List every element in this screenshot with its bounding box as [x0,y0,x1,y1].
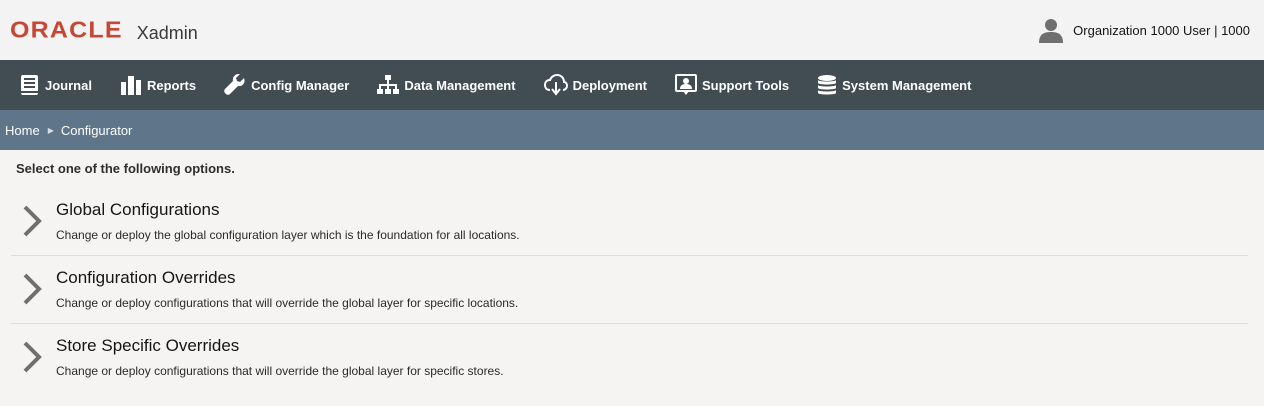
chevron-right-icon [23,273,42,305]
main-nav: Journal Reports Config Manager Data Mana… [0,60,1264,110]
user-menu[interactable]: Organization 1000 User | 1000 [1038,17,1250,43]
app-name: Xadmin [136,22,198,43]
user-label: Organization 1000 User | 1000 [1073,22,1250,38]
option-global-configurations[interactable]: Global Configurations Change or deploy t… [11,188,1248,256]
option-title: Global Configurations [56,200,220,219]
nav-label: Config Manager [251,77,350,93]
nav-journal[interactable]: Journal [20,60,92,110]
support-icon [674,74,697,95]
nav-label: Reports [146,77,197,93]
user-icon [1039,19,1064,43]
option-description: Change or deploy configurations that wil… [56,364,504,378]
nav-label: Support Tools [701,77,790,93]
nav-reports[interactable]: Reports [120,60,196,110]
nav-deployment[interactable]: Deployment [543,60,647,110]
nav-label: System Management [842,77,972,93]
nav-label: Data Management [404,77,516,93]
nav-system-management[interactable]: System Management [817,60,971,110]
option-store-specific-overrides[interactable]: Store Specific Overrides Change or deplo… [11,324,1248,391]
option-description: Change or deploy configurations that wil… [56,296,519,310]
nav-support-tools[interactable]: Support Tools [674,60,790,110]
nav-label: Journal [45,77,92,93]
nav-config-manager[interactable]: Config Manager [224,60,349,110]
app-header: ORACLE Xadmin Organization 1000 User | 1… [0,0,1264,60]
breadcrumb: Home ▶ Configurator [0,110,1264,150]
breadcrumb-home[interactable]: Home [5,123,40,138]
cloud-download-icon [543,74,568,96]
brand: ORACLE Xadmin [10,17,198,44]
chevron-right-icon [23,205,42,237]
option-description: Change or deploy the global configuratio… [56,228,520,242]
hierarchy-icon [377,75,400,94]
database-icon [818,75,837,95]
oracle-logo[interactable]: ORACLE [10,18,123,42]
chevron-right-icon [23,341,42,373]
main-content: Select one of the following options. Glo… [0,150,1264,391]
instructions: Select one of the following options. [16,161,235,176]
wrench-icon [224,74,245,95]
option-configuration-overrides[interactable]: Configuration Overrides Change or deploy… [11,256,1248,324]
breadcrumb-current: Configurator [60,122,133,138]
option-title: Configuration Overrides [56,268,236,287]
breadcrumb-separator-icon: ▶ [47,125,54,135]
nav-data-management[interactable]: Data Management [377,60,516,110]
nav-label: Deployment [572,77,647,93]
journal-icon [21,75,38,95]
reports-icon [120,76,141,95]
option-title: Store Specific Overrides [56,336,240,355]
